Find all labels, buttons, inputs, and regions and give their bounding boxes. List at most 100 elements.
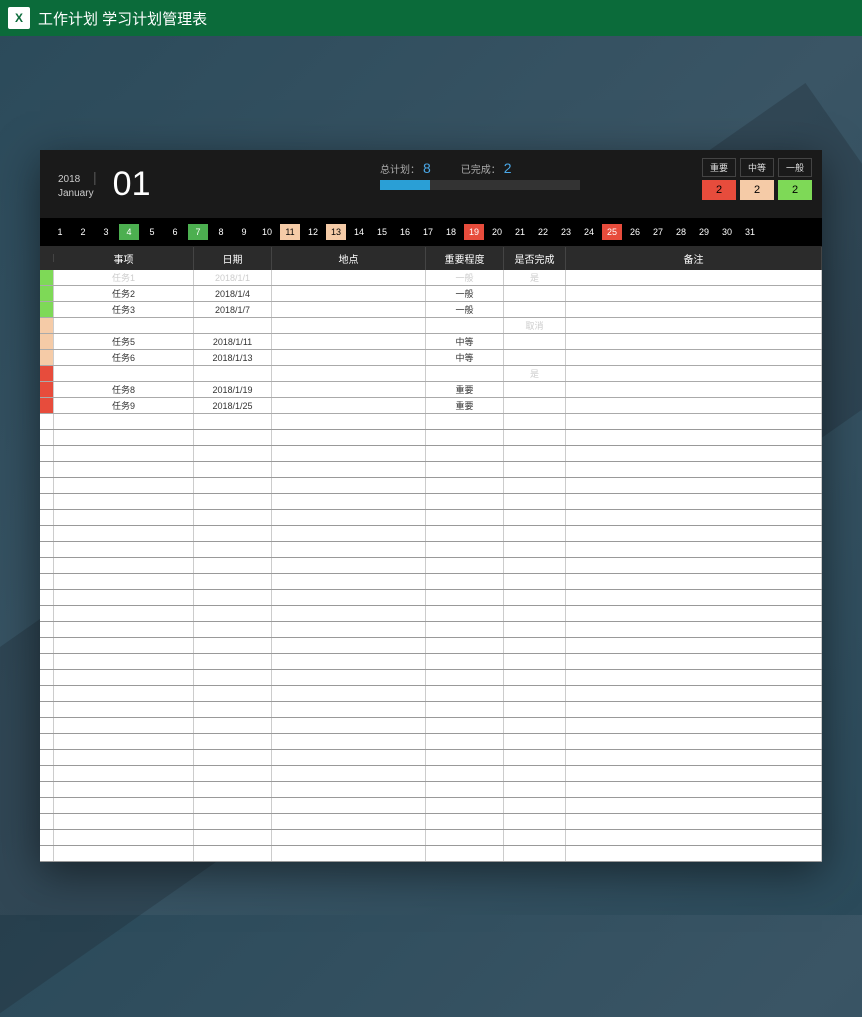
cell[interactable] [54, 494, 194, 509]
cell[interactable] [40, 718, 54, 733]
cell[interactable] [54, 558, 194, 573]
cell[interactable] [566, 606, 822, 621]
cell[interactable] [194, 430, 272, 445]
cell[interactable] [54, 462, 194, 477]
cell-place[interactable] [272, 350, 426, 365]
cell[interactable] [40, 574, 54, 589]
cell[interactable] [566, 750, 822, 765]
table-row-empty[interactable] [40, 702, 822, 718]
cell[interactable] [272, 430, 426, 445]
cell[interactable] [40, 654, 54, 669]
cell[interactable] [272, 702, 426, 717]
cell-item[interactable] [54, 318, 194, 333]
cell-done[interactable] [504, 398, 566, 413]
cell-note[interactable] [566, 398, 822, 413]
cell[interactable] [194, 702, 272, 717]
cell[interactable] [272, 542, 426, 557]
cell[interactable] [54, 654, 194, 669]
day-28[interactable]: 28 [671, 224, 691, 240]
day-24[interactable]: 24 [579, 224, 599, 240]
cell-date[interactable]: 2018/1/11 [194, 334, 272, 349]
cell[interactable] [426, 702, 504, 717]
cell[interactable] [40, 782, 54, 797]
cell-item[interactable]: 任务5 [54, 334, 194, 349]
cell[interactable] [272, 782, 426, 797]
cell[interactable] [504, 494, 566, 509]
cell[interactable] [426, 558, 504, 573]
table-row[interactable]: 任务22018/1/4一般 [40, 286, 822, 302]
cell[interactable] [566, 702, 822, 717]
cell[interactable] [566, 574, 822, 589]
cell-importance[interactable]: 一般 [426, 302, 504, 317]
cell[interactable] [566, 814, 822, 829]
cell[interactable] [194, 846, 272, 861]
cell[interactable] [272, 734, 426, 749]
cell[interactable] [504, 654, 566, 669]
cell[interactable] [54, 430, 194, 445]
cell[interactable] [54, 510, 194, 525]
cell[interactable] [566, 782, 822, 797]
cell[interactable] [566, 654, 822, 669]
cell[interactable] [54, 734, 194, 749]
cell[interactable] [272, 414, 426, 429]
table-row-empty[interactable] [40, 814, 822, 830]
cell[interactable] [426, 590, 504, 605]
cell-done[interactable] [504, 382, 566, 397]
day-8[interactable]: 8 [211, 224, 231, 240]
cell-date[interactable]: 2018/1/19 [194, 382, 272, 397]
cell[interactable] [272, 526, 426, 541]
cell[interactable] [194, 782, 272, 797]
day-29[interactable]: 29 [694, 224, 714, 240]
day-21[interactable]: 21 [510, 224, 530, 240]
cell-date[interactable]: 2018/1/25 [194, 398, 272, 413]
cell-item[interactable]: 任务9 [54, 398, 194, 413]
cell[interactable] [54, 478, 194, 493]
cell[interactable] [272, 622, 426, 637]
cell-note[interactable] [566, 334, 822, 349]
cell[interactable] [194, 798, 272, 813]
cell[interactable] [504, 766, 566, 781]
cell[interactable] [566, 798, 822, 813]
cell[interactable] [194, 574, 272, 589]
cell[interactable] [40, 638, 54, 653]
table-row-empty[interactable] [40, 830, 822, 846]
table-row-empty[interactable] [40, 414, 822, 430]
cell[interactable] [566, 414, 822, 429]
cell[interactable] [504, 574, 566, 589]
day-1[interactable]: 1 [50, 224, 70, 240]
cell[interactable] [272, 766, 426, 781]
cell[interactable] [40, 414, 54, 429]
cell[interactable] [566, 478, 822, 493]
cell[interactable] [272, 686, 426, 701]
day-31[interactable]: 31 [740, 224, 760, 240]
cell-date[interactable]: 2018/1/1 [194, 270, 272, 285]
table-row-empty[interactable] [40, 798, 822, 814]
cell-place[interactable] [272, 398, 426, 413]
cell-importance[interactable]: 一般 [426, 270, 504, 285]
cell[interactable] [194, 478, 272, 493]
cell[interactable] [40, 558, 54, 573]
cell[interactable] [194, 606, 272, 621]
cell[interactable] [426, 526, 504, 541]
cell[interactable] [504, 430, 566, 445]
cell[interactable] [426, 542, 504, 557]
day-16[interactable]: 16 [395, 224, 415, 240]
table-row-empty[interactable] [40, 654, 822, 670]
cell[interactable] [504, 446, 566, 461]
cell[interactable] [272, 798, 426, 813]
cell-note[interactable] [566, 318, 822, 333]
cell[interactable] [566, 462, 822, 477]
cell-date[interactable] [194, 366, 272, 381]
cell[interactable] [40, 686, 54, 701]
cell[interactable] [566, 830, 822, 845]
cell[interactable] [54, 702, 194, 717]
cell[interactable] [194, 462, 272, 477]
cell[interactable] [566, 686, 822, 701]
cell[interactable] [40, 734, 54, 749]
cell-importance[interactable]: 中等 [426, 334, 504, 349]
cell-done[interactable] [504, 286, 566, 301]
cell[interactable] [504, 846, 566, 861]
cell[interactable] [194, 558, 272, 573]
day-9[interactable]: 9 [234, 224, 254, 240]
table-row-empty[interactable] [40, 846, 822, 862]
